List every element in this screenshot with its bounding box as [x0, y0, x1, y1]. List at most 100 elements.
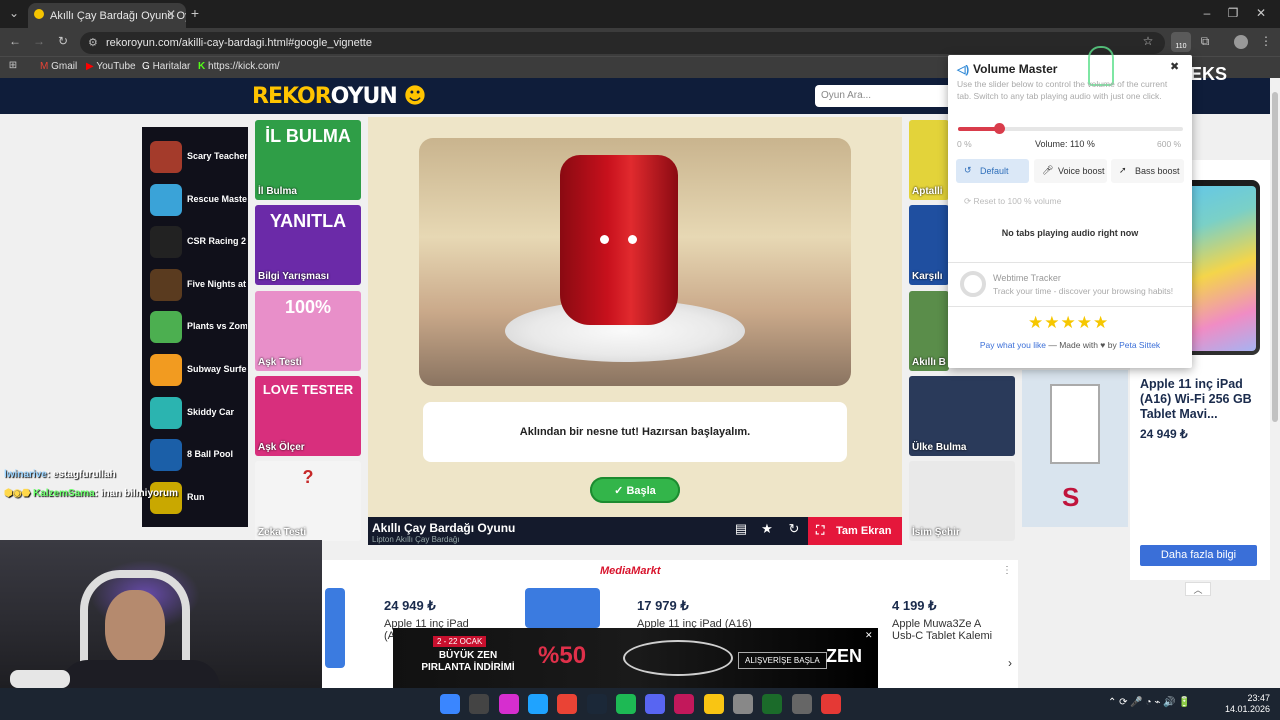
taskbar-app-icon[interactable]: [820, 694, 841, 714]
voice-boost-button[interactable]: 🎤︎ Voice boost: [1034, 159, 1107, 183]
taskbar-chrome-icon[interactable]: [557, 694, 578, 714]
left-list-item[interactable]: Subway Surfe: [148, 352, 248, 388]
taskbar-discord-icon[interactable]: [645, 694, 666, 714]
new-tab-icon[interactable]: +: [188, 5, 202, 21]
maximize-icon[interactable]: ❐: [1226, 6, 1240, 20]
taskbar-start-icon[interactable]: [440, 694, 460, 714]
ad-close-icon[interactable]: ✕: [865, 630, 873, 641]
game-tile[interactable]: İsim Şehir: [909, 461, 1015, 542]
game-tile[interactable]: LOVE TESTER Aşk Ölçer: [255, 375, 361, 456]
ad-product-title[interactable]: Apple 11 inç iPad (A16) Wi-Fi 256 GB Tab…: [1140, 377, 1265, 422]
rating-stars[interactable]: ★★★★★: [1028, 313, 1109, 333]
game-tile[interactable]: İL BULMA İl Bulma: [255, 120, 361, 200]
scrollbar-thumb[interactable]: [1272, 92, 1278, 422]
fullscreen-button[interactable]: ⛶ Tam Ekran: [808, 517, 902, 545]
search-input[interactable]: Oyun Ara...: [815, 85, 955, 107]
taskbar-obs-icon[interactable]: [791, 694, 812, 714]
menu-icon[interactable]: ⋮: [1260, 34, 1272, 48]
browser-tab[interactable]: Akıllı Çay Bardağı Oyunu Oyna: [28, 3, 186, 28]
forward-icon[interactable]: →: [32, 34, 46, 48]
mic-icon: 🎤︎: [1042, 165, 1054, 175]
left-list-item[interactable]: Rescue Maste: [148, 182, 248, 218]
game-tile[interactable]: 100% Aşk Testi: [255, 290, 361, 371]
game-tile[interactable]: Aptalli: [909, 120, 949, 200]
bookmark-kick[interactable]: K https://kick.com/: [198, 61, 280, 72]
back-icon[interactable]: ←: [8, 34, 22, 48]
address-bar[interactable]: ⚙ rekoroyun.com/akilli-cay-bardagi.html#…: [80, 32, 1165, 54]
game-thumbnail: [150, 396, 182, 429]
taskbar-steam-icon[interactable]: [586, 694, 607, 714]
profile-avatar[interactable]: [1234, 35, 1248, 49]
more-info-button[interactable]: Daha fazla bilgi: [1140, 545, 1257, 566]
bookmark-maps[interactable]: G Haritalar: [142, 61, 190, 72]
slider-min-label: 0 %: [957, 139, 972, 149]
bookmark-youtube[interactable]: ▶ YouTube: [86, 61, 136, 72]
tile-label: İsim Şehir: [912, 527, 960, 539]
pay-link[interactable]: Pay what you like: [980, 340, 1046, 350]
collapse-ad-icon[interactable]: ︿: [1185, 582, 1211, 596]
clock[interactable]: 23:47 14.01.2026: [1220, 693, 1270, 715]
start-button[interactable]: ✓ Başla: [590, 477, 680, 503]
default-button[interactable]: ↺ Default: [956, 159, 1029, 183]
pin-icon[interactable]: ✖: [1170, 60, 1179, 73]
game-prompt: Aklından bir nesne tut! Hazırsan başlaya…: [423, 402, 847, 462]
taskbar-folder-icon[interactable]: [703, 694, 724, 714]
ad-item-price: 24 949 ₺: [384, 598, 436, 613]
taskbar-xbox-icon[interactable]: [762, 694, 783, 714]
tab-search-icon[interactable]: ⌄: [6, 6, 22, 20]
ring-image: [623, 640, 733, 676]
taskbar-search-icon[interactable]: [469, 694, 490, 714]
streamer-face: [105, 590, 165, 665]
site-info-icon[interactable]: ⚙: [88, 36, 98, 49]
bass-boost-button[interactable]: ➚ Bass boost: [1111, 159, 1184, 183]
favorite-star-icon[interactable]: ★: [756, 521, 778, 541]
ad-item-price: 17 979 ₺: [637, 598, 689, 613]
tile-label: Aşk Testi: [258, 356, 302, 368]
ad-menu-icon[interactable]: ⋮: [1002, 565, 1012, 576]
taskbar-app-icon[interactable]: [674, 694, 695, 714]
game-tile[interactable]: ? Zeka Testi: [255, 461, 361, 542]
zen-ad[interactable]: 2 - 22 OCAK BÜYÜK ZEN PIRLANTA İNDİRİMİ …: [393, 628, 878, 688]
game-tile[interactable]: Ülke Bulma: [909, 375, 1015, 456]
left-list-item[interactable]: 8 Ball Pool: [148, 437, 248, 473]
left-list-item[interactable]: Skiddy Car: [148, 395, 248, 431]
taskbar-edge-icon[interactable]: [527, 694, 548, 714]
game-name: 8 Ball Pool: [187, 449, 234, 460]
zen-brand: ZEN: [826, 646, 862, 666]
tray-icons[interactable]: ⌃ ⟳ 🎤 ◔ ⌁ 🔊 🔋: [1108, 697, 1191, 708]
ad-item-name[interactable]: Apple Muwa3Ze A Usb-C Tablet Kalemi: [892, 618, 1002, 642]
bookmark-gmail[interactable]: M Gmail: [40, 61, 77, 72]
carousel-next-icon[interactable]: ›: [1008, 656, 1012, 670]
glass-eye-right: [628, 235, 637, 244]
minimize-icon[interactable]: –: [1200, 6, 1214, 20]
sport-ad[interactable]: S: [1022, 370, 1128, 527]
bookmark-star-icon[interactable]: ☆: [1141, 34, 1155, 48]
reset-volume-link[interactable]: ⟳ Reset to 100 % volume: [964, 196, 1061, 207]
restart-icon[interactable]: ↻: [783, 521, 805, 541]
apps-grid-icon[interactable]: ⊞: [7, 60, 19, 71]
game-tile[interactable]: Akıllı B: [909, 290, 949, 371]
close-tab-icon[interactable]: ✕: [165, 7, 177, 21]
url-text: rekoroyun.com/akilli-cay-bardagi.html#go…: [106, 37, 372, 49]
webtime-title[interactable]: Webtime Tracker: [993, 273, 1061, 283]
game-thumbnail: [150, 354, 182, 386]
left-list-item[interactable]: Plants vs Zom: [148, 309, 248, 345]
reload-icon[interactable]: ↻: [56, 34, 70, 48]
taskbar-settings-icon[interactable]: [733, 694, 753, 714]
zen-percent: %50: [538, 642, 587, 669]
extensions-icon[interactable]: ⧉: [1198, 34, 1212, 49]
taskbar-copilot-icon[interactable]: [498, 694, 519, 714]
site-logo[interactable]: REKOROYUN ☻: [252, 84, 426, 109]
author-link[interactable]: Peta Sittek: [1119, 340, 1160, 350]
game-tile[interactable]: Karşılı: [909, 205, 949, 286]
left-list-item[interactable]: CSR Racing 2: [148, 224, 248, 260]
game-thumbnail: [150, 141, 182, 173]
zen-cta-button[interactable]: ALIŞVERİŞE BAŞLA: [738, 652, 827, 669]
left-list-item[interactable]: Five Nights at: [148, 267, 248, 303]
taskbar-spotify-icon[interactable]: [615, 694, 636, 714]
comment-icon[interactable]: ▤: [730, 521, 752, 541]
volume-extension-icon[interactable]: 110: [1171, 32, 1191, 52]
window-close-icon[interactable]: ✕: [1254, 6, 1268, 20]
game-tile[interactable]: YANITLA Bilgi Yarışması: [255, 205, 361, 286]
left-list-item[interactable]: Scary Teacher: [148, 139, 248, 175]
